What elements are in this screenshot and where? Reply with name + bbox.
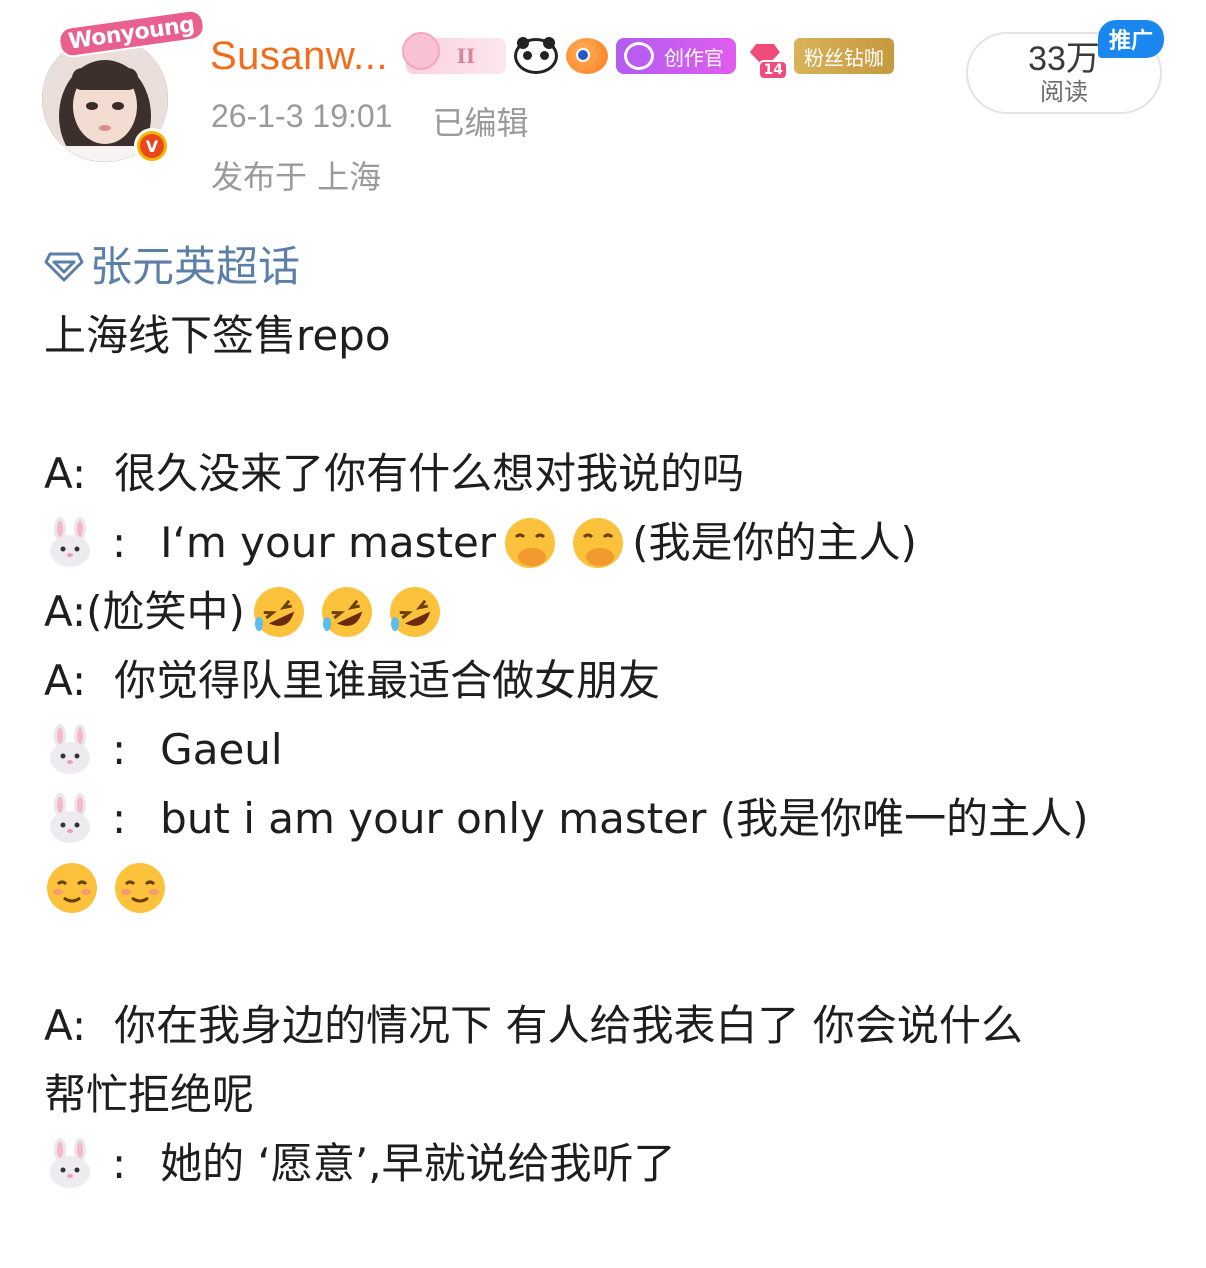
post-title: 上海线下签售repo [44,311,391,360]
face-hand-over-mouth-emoji-icon [502,515,558,571]
speaker-a: A: [44,656,87,705]
dialogue-line: : but i am your only master (我是你唯一的主人) [44,784,1174,853]
diamond-icon [44,250,84,284]
colon: : [112,518,127,567]
colon: : [112,1139,127,1188]
dialogue-line: : Gaeul [44,715,1174,784]
post-meta: 26-1-3 19:01 已编辑 [211,98,528,144]
creator-badge[interactable]: 创作官 [615,38,736,74]
fans-badge[interactable]: 粉丝钻咖 [793,38,894,74]
speaker-a: A: [44,1001,87,1050]
user-avatar[interactable]: Wonyoung V [42,7,207,164]
fish-badge-icon[interactable] [565,38,608,74]
rabbit-emoji-icon [44,1137,96,1190]
dialogue-text: 她的 ‘愿意’,早就说给我听了 [160,1139,676,1188]
smiling-face-emoji-icon [112,860,168,916]
rabbit-emoji-icon [44,723,96,776]
pig-icon [401,32,440,70]
colon: : [112,725,127,774]
dialogue-text: 你觉得队里谁最适合做女朋友 [114,656,661,705]
post-location: 发布于 上海 [211,158,382,196]
dialogue-line: A: (尬笑中) [44,577,1174,646]
dialogue-line: A: 你在我身边的情况下 有人给我表白了 你会说什么 [44,991,1174,1060]
rabbit-emoji-icon [44,516,96,569]
planet-icon [623,42,654,70]
post-time: 26-1-3 19:01 [211,98,393,134]
level-badge-label: II [456,44,476,68]
dialogue-line: A: 你觉得队里谁最适合做女朋友 [44,646,1174,715]
dialogue-line: A: 很久没来了你有什么想对我说的吗 [44,439,1174,508]
rolling-on-floor-laughing-emoji-icon [387,584,443,640]
dialogue-text: I‘m your master [160,518,497,567]
emoji-line [44,853,1174,922]
topic-label: 张元英超话 [90,242,301,291]
face-hand-over-mouth-emoji-icon [570,515,626,571]
dialogue-text: 很久没来了你有什么想对我说的吗 [114,449,745,498]
rabbit-emoji-icon [44,792,96,845]
speaker-a: A: [44,587,87,636]
dialogue-text: 你在我身边的情况下 有人给我表白了 你会说什么 [114,1001,1023,1050]
creator-badge-label: 创作官 [663,45,724,70]
rolling-on-floor-laughing-emoji-icon [251,584,307,640]
dialogue-text: Gaeul [160,725,283,774]
diamond-fan-badge-icon[interactable]: 14 [744,38,788,80]
dialogue-text: but i am your only master (我是你唯一的主人) [160,794,1089,843]
post-content: 张元英超话 上海线下签售repo A: 很久没来了你有什么想对我说的吗 : I‘… [44,232,1174,1198]
dialogue-text: (尬笑中) [86,587,245,636]
promo-tag[interactable]: 推广 [1098,20,1164,58]
username[interactable]: Susanw... [210,34,388,79]
level-badge-icon[interactable]: II [401,32,506,74]
dialogue-line: : 她的 ‘愿意’,早就说给我听了 [44,1129,1174,1198]
topic-link[interactable]: 张元英超话 [44,232,1174,301]
colon: : [112,794,127,843]
reads-label: 阅读 [1040,78,1088,106]
dialogue-line: : I‘m your master (我是你的主人) [44,508,1174,577]
panda-badge-icon[interactable] [513,37,558,74]
verified-badge-icon: V [134,128,170,164]
user-name-row: Susanw... II 创作官 14 粉丝钻咖 [210,32,894,80]
smiling-face-emoji-icon [44,860,100,916]
diamond-badge-level: 14 [758,60,788,80]
dialogue-translation: (我是你的主人) [632,518,917,567]
rolling-on-floor-laughing-emoji-icon [319,584,375,640]
dialogue-line: 帮忙拒绝呢 [44,1060,1174,1129]
speaker-a: A: [44,449,87,498]
edited-label[interactable]: 已编辑 [432,98,528,144]
dialogue-text: 帮忙拒绝呢 [44,1070,255,1119]
